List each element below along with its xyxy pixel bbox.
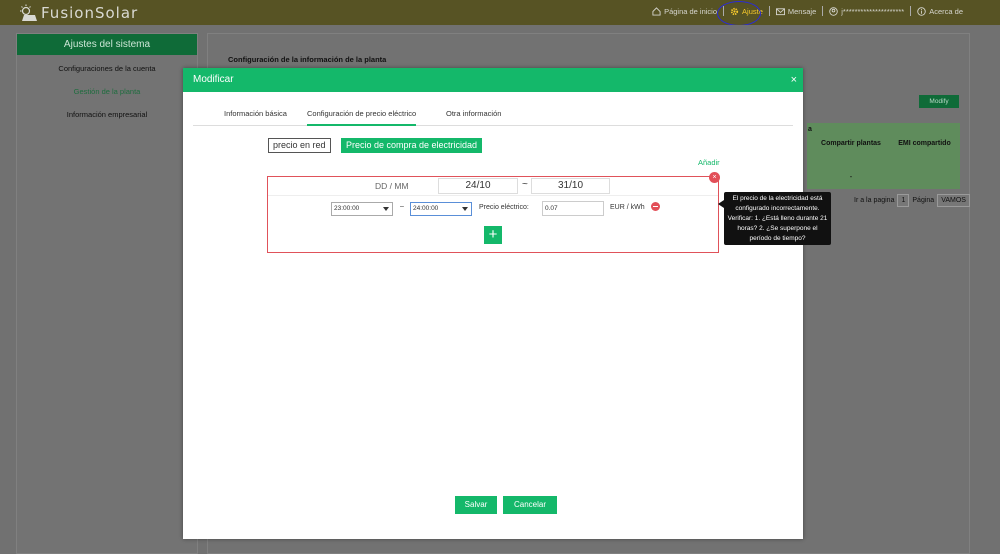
dialog-header: Modificar × — [183, 68, 803, 92]
tab-electricity-price[interactable]: Configuración de precio eléctrico — [307, 102, 417, 126]
start-time-select[interactable]: 23:00:00 — [331, 202, 393, 216]
nav-message[interactable]: Mensaje — [771, 7, 821, 16]
pager-go-button[interactable]: VAMOS — [937, 194, 970, 207]
start-date-input[interactable]: 24/10 — [438, 178, 518, 194]
logo-text: FusionSolar — [41, 4, 139, 22]
remove-period-icon[interactable]: × — [709, 172, 720, 183]
sun-panel-icon — [20, 4, 37, 21]
page-title: Configuración de la información de la pl… — [228, 55, 387, 64]
sidebar-item-plant-management[interactable]: Gestión de la planta — [17, 80, 197, 103]
sidebar-item-company-info[interactable]: Información empresarial — [17, 103, 197, 126]
nav-divider — [768, 6, 770, 16]
add-row-button[interactable]: + — [484, 226, 502, 244]
end-date-input[interactable]: 31/10 — [531, 178, 610, 194]
info-icon — [917, 6, 926, 16]
top-nav: Página de inicio Ajuste Mensaje j*******… — [647, 6, 968, 16]
nav-user[interactable]: j********************* — [824, 7, 909, 16]
date-range-separator: ~ — [522, 179, 528, 190]
nav-home[interactable]: Página de inicio — [647, 7, 722, 16]
table-cell: - — [849, 172, 853, 181]
sidebar-title: Ajustes del sistema — [17, 34, 197, 55]
modify-dialog: Modificar × Información básica Configura… — [183, 68, 831, 539]
sidebar: Ajustes del sistema Configuraciones de l… — [16, 33, 198, 554]
nav-home-label: Página de inicio — [664, 6, 718, 16]
save-button[interactable]: Salvar — [455, 496, 497, 514]
add-link[interactable]: Añadir — [698, 158, 720, 167]
dropdown-arrow-icon — [462, 207, 468, 211]
nav-about-label: Acerca de — [929, 6, 963, 16]
home-icon — [652, 6, 661, 16]
end-time-value: 24:00:00 — [413, 205, 439, 212]
tab-basic-info[interactable]: Información básica — [224, 102, 287, 126]
user-icon — [829, 6, 838, 16]
pager-page-label: Página — [912, 197, 935, 204]
table-header: EMI compartido — [898, 140, 951, 147]
purchase-price-toggle[interactable]: Precio de compra de electricidad — [341, 138, 483, 153]
sidebar-item-account[interactable]: Configuraciones de la cuenta — [17, 57, 197, 80]
tab-other-info[interactable]: Otra información — [446, 102, 501, 126]
error-tooltip: El precio de la electricidad está config… — [718, 192, 831, 245]
start-time-value: 23:00:00 — [334, 205, 360, 212]
nav-message-label: Mensaje — [787, 6, 817, 16]
modify-button[interactable]: Modify — [919, 95, 959, 108]
plant-table: a Compartir plantas EMI compartido - — [807, 123, 960, 189]
pager-page-input[interactable]: 1 — [897, 194, 910, 207]
grid-price-toggle[interactable]: precio en red — [268, 138, 331, 153]
nav-user-label: j********************* — [841, 6, 905, 16]
end-time-select[interactable]: 24:00:00 — [410, 202, 472, 216]
dropdown-arrow-icon — [383, 207, 389, 211]
date-format-label: DD / MM — [375, 181, 409, 191]
time-range-separator: – — [400, 203, 404, 210]
price-unit: EUR / kWh — [610, 204, 645, 211]
table-header: a — [808, 126, 812, 133]
table-header: Compartir plantas — [821, 140, 881, 147]
mail-icon — [775, 7, 785, 15]
close-icon[interactable]: × — [791, 68, 797, 92]
logo[interactable]: FusionSolar — [18, 4, 138, 22]
nav-about[interactable]: Acerca de — [912, 7, 968, 16]
cancel-button[interactable]: Cancelar — [503, 496, 557, 514]
price-label: Precio eléctrico: — [479, 204, 529, 211]
date-range-row: DD / MM 24/10 ~ 31/10 — [268, 177, 718, 196]
top-bar: FusionSolar Página de inicio Ajuste Mens… — [0, 0, 1000, 26]
pager-goto-label: Ir a la pagina — [854, 197, 895, 204]
pagination: Ir a la pagina 1 Página VAMOS — [854, 194, 970, 207]
remove-row-icon[interactable] — [651, 202, 660, 211]
nav-divider — [822, 6, 824, 16]
dialog-tabs: Información básica Configuración de prec… — [193, 102, 793, 126]
price-period-card: DD / MM 24/10 ~ 31/10 × 23:00:00 – 24:00… — [267, 172, 720, 253]
highlight-annotation — [717, 1, 761, 26]
nav-divider — [910, 6, 912, 16]
price-input[interactable]: 0.07 — [542, 201, 604, 216]
dialog-title: Modificar — [193, 74, 234, 85]
